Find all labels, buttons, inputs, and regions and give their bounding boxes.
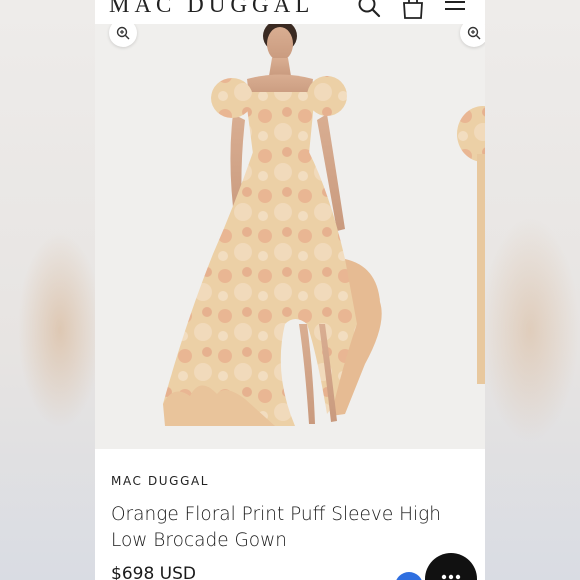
site-header: MAC DUGGAL [95,0,485,24]
product-brand[interactable]: MAC DUGGAL [111,474,209,488]
accessibility-badge[interactable] [395,572,423,580]
zoom-in-icon [467,26,481,40]
hamburger-menu-icon[interactable] [442,0,468,20]
zoom-in-icon [116,26,130,40]
chat-icon [441,574,461,580]
product-page: MAC DUGGAL MAC DUGGAL Orange Floral Prin… [95,0,485,580]
product-price: $698 USD [111,564,196,580]
shopping-bag-icon[interactable] [400,0,426,20]
product-image-carousel[interactable] [95,24,485,449]
search-icon[interactable] [357,0,383,20]
chat-button[interactable] [425,553,477,580]
product-title: Orange Floral Print Puff Sleeve High Low… [111,504,442,551]
gown-photo [163,24,485,426]
site-logo[interactable]: MAC DUGGAL [109,0,314,18]
